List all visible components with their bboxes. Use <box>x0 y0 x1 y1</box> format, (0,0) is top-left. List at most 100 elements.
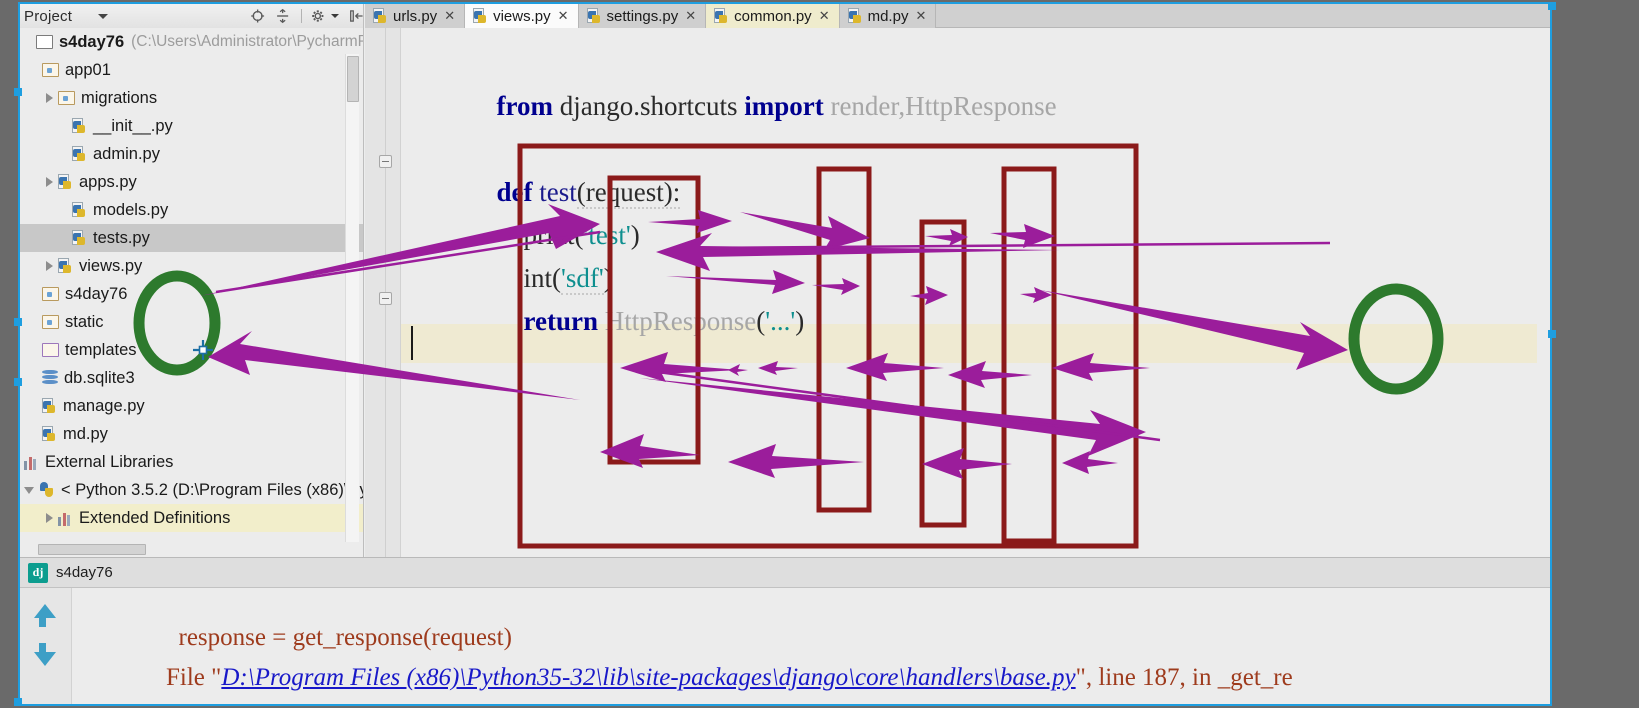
tree-row-python-sdk[interactable]: < Python 3.5.2 (D:\Program Files (x86)\P… <box>20 476 363 504</box>
database-icon <box>42 370 58 386</box>
django-icon: dj <box>28 562 48 583</box>
scroll-up-arrow-stem[interactable] <box>39 617 46 627</box>
twisty-right-icon[interactable] <box>46 177 53 187</box>
tree-item-label: migrations <box>81 88 158 107</box>
tree-item-label: admin.py <box>93 144 160 163</box>
project-root-icon <box>36 35 53 49</box>
close-icon[interactable]: ✕ <box>915 8 926 24</box>
capture-handle[interactable] <box>14 88 22 96</box>
capture-handle[interactable] <box>1548 330 1556 338</box>
tree-vertical-scrollbar[interactable] <box>345 54 359 554</box>
python-file-icon <box>72 230 87 246</box>
code-editor[interactable]: from django.shortcuts import render,Http… <box>365 28 1550 557</box>
scrollbar-thumb[interactable] <box>347 56 359 102</box>
console-text: ", line 187, in _get_re <box>1075 664 1293 691</box>
close-icon[interactable]: ✕ <box>558 8 569 24</box>
tree-item-label: < Python 3.5.2 (D:\Program Files (x86)\P… <box>61 480 364 499</box>
console-output[interactable]: response = get_response(request) File "D… <box>73 588 1550 704</box>
project-panel-header[interactable]: Project <box>20 4 364 28</box>
python-file-icon <box>72 118 87 134</box>
console-text: File " <box>153 664 222 691</box>
tree-row-s4day76-pkg[interactable]: s4day76 <box>20 280 363 308</box>
editor-tab-urls[interactable]: urls.py ✕ <box>365 4 466 28</box>
twisty-right-icon[interactable] <box>46 513 53 523</box>
twisty-right-icon[interactable] <box>46 93 53 103</box>
code-token: django.shortcuts <box>559 91 745 121</box>
tree-row-static[interactable]: static <box>20 308 363 336</box>
code-fold-icon[interactable] <box>379 155 392 168</box>
capture-handle[interactable] <box>14 378 22 386</box>
gear-icon[interactable] <box>311 7 326 25</box>
capture-handle[interactable] <box>1548 2 1556 10</box>
tree-row-models[interactable]: models.py <box>20 196 363 224</box>
tree-item-label: s4day76 <box>59 32 125 51</box>
editor-tab-label: urls.py <box>393 7 438 25</box>
twisty-down-icon[interactable] <box>24 486 34 494</box>
code-fold-icon[interactable] <box>379 292 392 305</box>
python-file-icon <box>72 202 87 218</box>
scrollbar-thumb[interactable] <box>38 544 146 555</box>
editor-right-strip[interactable] <box>1537 28 1550 557</box>
editor-tab-md[interactable]: md.py ✕ <box>839 4 937 28</box>
tree-row-external-libraries[interactable]: External Libraries <box>20 448 363 476</box>
tree-row-app01[interactable]: app01 <box>20 56 363 84</box>
top-bar: Project urls.py ✕ views.py ✕ settings.py… <box>20 4 1550 28</box>
tree-row-db-sqlite3[interactable]: db.sqlite3 <box>20 364 363 392</box>
editor-tab-views[interactable]: views.py ✕ <box>465 4 579 28</box>
tree-row-templates[interactable]: templates <box>20 336 363 364</box>
twisty-right-icon[interactable] <box>46 261 53 271</box>
collapse-all-icon[interactable] <box>275 7 290 25</box>
project-tree[interactable]: s4day76 (C:\Users\Administrator\PycharmP… <box>20 28 364 557</box>
tree-item-label: External Libraries <box>45 452 174 471</box>
python-file-icon <box>714 8 729 24</box>
close-icon[interactable]: ✕ <box>819 8 830 24</box>
scroll-down-arrow-stem[interactable] <box>39 643 46 653</box>
folder-module-icon <box>42 63 59 77</box>
editor-tab-settings[interactable]: settings.py ✕ <box>578 4 707 28</box>
chevron-down-icon[interactable] <box>98 13 109 19</box>
editor-tab-label: md.py <box>867 7 909 25</box>
tree-row-init[interactable]: __init__.py <box>20 112 363 140</box>
tree-row-migrations[interactable]: migrations <box>20 84 363 112</box>
console-file-link[interactable]: D:\Program Files (x86)\Python35-32\lib\s… <box>221 664 1075 691</box>
locate-icon[interactable] <box>250 7 265 25</box>
folder-module-icon <box>42 315 59 329</box>
pycharm-window: Project urls.py ✕ views.py ✕ settings.py… <box>20 4 1550 704</box>
capture-handle[interactable] <box>14 698 22 706</box>
tree-row-md-py[interactable]: md.py <box>20 420 363 448</box>
tree-row-extended-definitions[interactable]: Extended Definitions <box>20 504 363 532</box>
tree-row-manage-py[interactable]: manage.py <box>20 392 363 420</box>
tree-row-admin[interactable]: admin.py <box>20 140 363 168</box>
code-token: '...' <box>765 306 796 336</box>
screenshot-root: Project urls.py ✕ views.py ✕ settings.py… <box>0 0 1639 708</box>
editor-gutter[interactable] <box>365 28 401 557</box>
text-caret <box>411 326 413 360</box>
capture-handle[interactable] <box>14 318 22 326</box>
code-token: return <box>496 306 605 336</box>
python-file-icon <box>373 8 388 24</box>
tree-row-s4day76-root[interactable]: s4day76 (C:\Users\Administrator\PycharmP… <box>20 28 363 56</box>
gear-dropdown-icon[interactable] <box>330 14 339 18</box>
python-file-icon <box>586 8 602 24</box>
console-tab-bar[interactable]: dj s4day76 <box>20 557 1550 587</box>
tree-row-views[interactable]: views.py <box>20 252 363 280</box>
toolbar-divider <box>300 9 302 23</box>
close-icon[interactable]: ✕ <box>685 8 696 24</box>
project-toolbar <box>250 4 364 28</box>
hide-panel-icon[interactable] <box>349 7 364 25</box>
scroll-up-arrow-icon[interactable] <box>34 604 56 618</box>
folder-plain-icon <box>42 343 59 357</box>
tree-row-tests[interactable]: tests.py <box>20 224 363 252</box>
tree-horizontal-scrollbar[interactable] <box>20 542 363 557</box>
code-line: from django.shortcuts import render,Http… <box>429 66 1057 147</box>
folder-module-icon <box>42 287 59 301</box>
tab-strip-filler <box>936 4 1550 28</box>
run-console[interactable]: response = get_response(request) File "D… <box>20 587 1550 704</box>
python-file-icon <box>58 174 73 190</box>
close-icon[interactable]: ✕ <box>444 8 455 24</box>
tree-item-label: __init__.py <box>93 116 173 135</box>
tree-row-apps[interactable]: apps.py <box>20 168 363 196</box>
code-text[interactable]: from django.shortcuts import render,Http… <box>401 28 1550 557</box>
editor-tab-common[interactable]: common.py ✕ <box>706 4 840 28</box>
scroll-down-arrow-icon[interactable] <box>34 652 56 666</box>
